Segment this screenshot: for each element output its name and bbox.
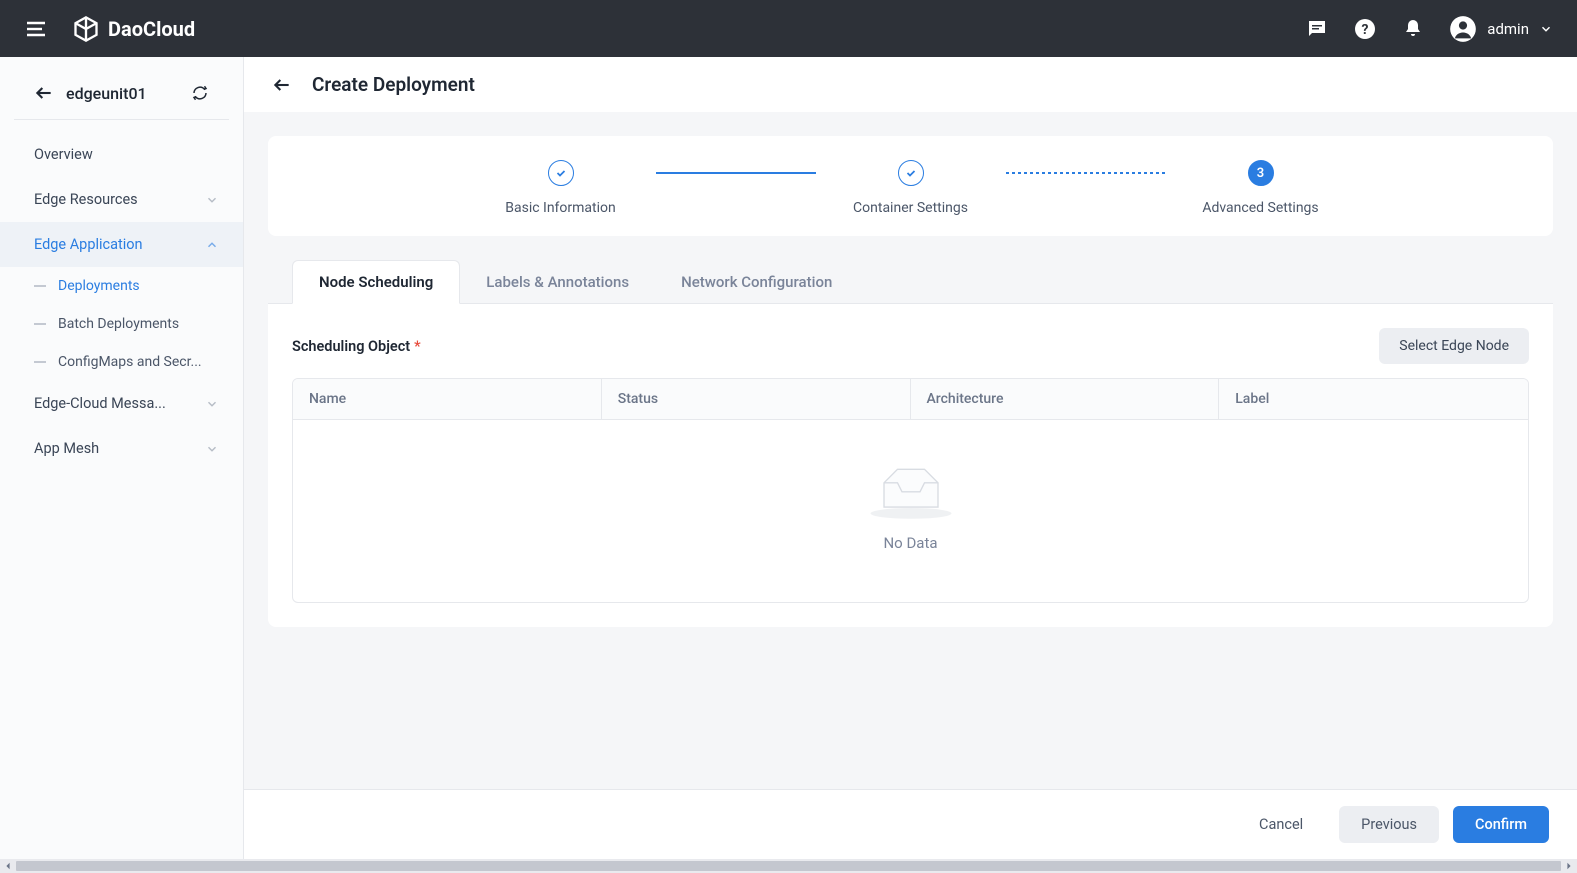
tab-content: Scheduling Object* Select Edge Node Name… bbox=[268, 304, 1553, 627]
dash-icon bbox=[34, 361, 46, 363]
empty-text: No Data bbox=[883, 534, 937, 552]
step-label: Container Settings bbox=[853, 200, 968, 216]
sidebar-subitem-deployments[interactable]: Deployments bbox=[0, 267, 243, 305]
user-menu[interactable]: admin bbox=[1449, 15, 1553, 43]
step-advanced-settings[interactable]: 3 Advanced Settings bbox=[1166, 160, 1356, 216]
required-indicator: * bbox=[414, 338, 421, 355]
sidebar-item-label: Edge-Cloud Messa... bbox=[34, 395, 166, 412]
tab-labels-annotations[interactable]: Labels & Annotations bbox=[460, 260, 655, 303]
refresh-icon[interactable] bbox=[191, 84, 209, 102]
step-check-icon bbox=[548, 160, 574, 186]
table-header: Name Status Architecture Label bbox=[293, 379, 1528, 420]
sidebar-item-label: Edge Application bbox=[34, 236, 143, 253]
sidebar: edgeunit01 Overview Edge Resources Edge … bbox=[0, 57, 244, 859]
sidebar-item-edge-resources[interactable]: Edge Resources bbox=[0, 177, 243, 222]
page-header: Create Deployment bbox=[244, 57, 1577, 112]
sidebar-title: edgeunit01 bbox=[66, 84, 191, 103]
column-architecture: Architecture bbox=[911, 379, 1220, 419]
chat-icon[interactable] bbox=[1305, 17, 1329, 41]
tab-bar: Node Scheduling Labels & Annotations Net… bbox=[268, 260, 1553, 304]
chevron-down-icon bbox=[205, 397, 219, 411]
sidebar-item-app-mesh[interactable]: App Mesh bbox=[0, 426, 243, 471]
sidebar-subitem-label: Batch Deployments bbox=[58, 316, 179, 332]
select-edge-node-button[interactable]: Select Edge Node bbox=[1379, 328, 1529, 364]
step-container-settings[interactable]: Container Settings bbox=[816, 160, 1006, 216]
node-table: Name Status Architecture Label No Dat bbox=[292, 378, 1529, 603]
step-label: Advanced Settings bbox=[1202, 200, 1318, 216]
step-connector bbox=[1006, 172, 1166, 174]
scroll-right-icon[interactable] bbox=[1563, 860, 1575, 872]
chevron-down-icon bbox=[205, 442, 219, 456]
column-label: Label bbox=[1219, 379, 1528, 419]
tabs-container: Node Scheduling Labels & Annotations Net… bbox=[268, 260, 1553, 627]
help-icon[interactable]: ? bbox=[1353, 17, 1377, 41]
scheduling-object-label: Scheduling Object* bbox=[292, 338, 421, 355]
sidebar-item-edge-cloud-messaging[interactable]: Edge-Cloud Messa... bbox=[0, 381, 243, 426]
dash-icon bbox=[34, 285, 46, 287]
sidebar-subitem-configmaps[interactable]: ConfigMaps and Secr... bbox=[0, 343, 243, 381]
bell-icon[interactable] bbox=[1401, 17, 1425, 41]
step-basic-information[interactable]: Basic Information bbox=[466, 160, 656, 216]
tab-network-configuration[interactable]: Network Configuration bbox=[655, 260, 858, 303]
section-header: Scheduling Object* Select Edge Node bbox=[292, 328, 1529, 364]
sidebar-item-label: Edge Resources bbox=[34, 191, 138, 208]
sidebar-header: edgeunit01 bbox=[14, 67, 229, 120]
logo-cube-icon bbox=[72, 15, 100, 43]
top-header: DaoCloud ? admin bbox=[0, 0, 1577, 57]
label-text: Scheduling Object bbox=[292, 338, 410, 355]
page-back-icon[interactable] bbox=[272, 75, 292, 95]
page-title: Create Deployment bbox=[312, 73, 475, 96]
main: Create Deployment Basic Information bbox=[244, 57, 1577, 859]
hamburger-icon[interactable] bbox=[24, 17, 48, 41]
dash-icon bbox=[34, 323, 46, 325]
sidebar-subitem-batch-deployments[interactable]: Batch Deployments bbox=[0, 305, 243, 343]
stepper-card: Basic Information Container Settings 3 A… bbox=[268, 136, 1553, 236]
user-name: admin bbox=[1487, 20, 1529, 38]
sidebar-item-edge-application[interactable]: Edge Application bbox=[0, 222, 243, 267]
sidebar-subitem-label: Deployments bbox=[58, 278, 140, 294]
sidebar-subitem-label: ConfigMaps and Secr... bbox=[58, 354, 202, 370]
cancel-button[interactable]: Cancel bbox=[1237, 806, 1325, 843]
horizontal-scrollbar[interactable] bbox=[0, 859, 1577, 873]
step-connector bbox=[656, 172, 816, 174]
chevron-up-icon bbox=[205, 238, 219, 252]
table-empty-state: No Data bbox=[293, 420, 1528, 602]
empty-box-icon bbox=[866, 460, 956, 520]
footer-actions: Cancel Previous Confirm bbox=[244, 789, 1577, 859]
stepper: Basic Information Container Settings 3 A… bbox=[268, 160, 1553, 216]
svg-text:?: ? bbox=[1362, 22, 1369, 38]
brand-name: DaoCloud bbox=[108, 17, 195, 41]
sidebar-back-icon[interactable] bbox=[34, 83, 54, 103]
scroll-thumb[interactable] bbox=[16, 861, 1561, 871]
chevron-down-icon bbox=[205, 193, 219, 207]
chevron-down-icon bbox=[1539, 22, 1553, 36]
column-name: Name bbox=[293, 379, 602, 419]
confirm-button[interactable]: Confirm bbox=[1453, 806, 1549, 843]
scroll-left-icon[interactable] bbox=[2, 860, 14, 872]
sidebar-menu: Overview Edge Resources Edge Application… bbox=[0, 120, 243, 483]
header-left: DaoCloud bbox=[24, 15, 195, 43]
sidebar-item-label: Overview bbox=[34, 146, 93, 163]
step-label: Basic Information bbox=[505, 200, 616, 216]
content-area: Basic Information Container Settings 3 A… bbox=[244, 112, 1577, 789]
header-right: ? admin bbox=[1305, 15, 1553, 43]
previous-button[interactable]: Previous bbox=[1339, 806, 1439, 843]
avatar-icon bbox=[1449, 15, 1477, 43]
tab-node-scheduling[interactable]: Node Scheduling bbox=[292, 260, 460, 304]
sidebar-item-label: App Mesh bbox=[34, 440, 99, 457]
brand-logo[interactable]: DaoCloud bbox=[72, 15, 195, 43]
step-number-icon: 3 bbox=[1248, 160, 1274, 186]
sidebar-item-overview[interactable]: Overview bbox=[0, 132, 243, 177]
column-status: Status bbox=[602, 379, 911, 419]
step-check-icon bbox=[898, 160, 924, 186]
